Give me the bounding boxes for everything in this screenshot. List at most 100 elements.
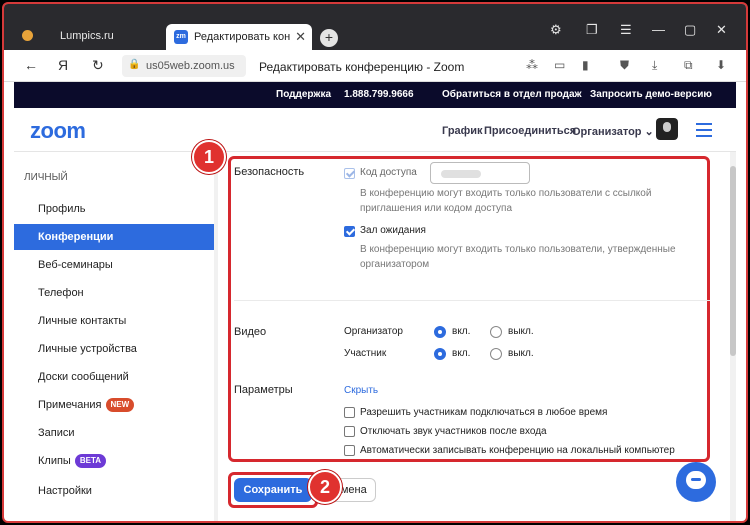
beta-badge: BETA — [74, 454, 107, 469]
step-marker-1: 1 — [192, 140, 226, 174]
reader-icon[interactable]: ▭ — [554, 58, 565, 72]
address-bar: ← Я ↻ 🔒 us05web.zoom.us Редактировать ко… — [4, 50, 746, 82]
sidebar-item-contacts[interactable]: Личные контакты — [14, 308, 214, 334]
options-label: Параметры — [234, 384, 293, 396]
host-video-on-label: вкл. — [452, 326, 471, 337]
hamburger-menu-icon[interactable] — [696, 123, 712, 141]
tab-favicon-lumpics — [22, 30, 33, 41]
sidebar-item-label: Примечания — [38, 399, 102, 411]
video-label: Видео — [234, 326, 267, 338]
section-divider — [234, 300, 710, 301]
sidebar-item-label: Записи — [38, 427, 75, 439]
host-video-off-radio[interactable] — [490, 326, 502, 338]
sidebar-item-label: Профиль — [38, 203, 86, 215]
yandex-icon[interactable]: Я — [58, 57, 68, 73]
sidebar-heading: личный — [24, 172, 68, 183]
passcode-value-blurred — [441, 170, 481, 178]
step-marker-2: 2 — [308, 470, 342, 504]
close-window-icon[interactable]: ✕ — [716, 22, 727, 38]
security-label: Безопасность — [234, 166, 305, 178]
demo-link[interactable]: Запросить демо-версию — [590, 89, 712, 100]
chat-support-button[interactable] — [676, 462, 716, 502]
join-anytime-checkbox[interactable] — [344, 407, 355, 418]
sidebar-item-notes[interactable]: Примечания NEW — [14, 392, 214, 418]
participant-video-label: Участник — [344, 348, 387, 359]
zoom-logo[interactable]: zoom — [30, 118, 86, 144]
passcode-checkbox[interactable] — [344, 168, 355, 179]
sidebar-item-webinars[interactable]: Веб-семинары — [14, 252, 214, 278]
maximize-icon[interactable]: ▢ — [684, 22, 696, 38]
lock-icon: 🔒 — [128, 59, 141, 70]
passcode-input[interactable] — [430, 162, 530, 184]
main-scrollbar[interactable] — [730, 152, 736, 521]
sidebar-item-label: Личные устройства — [38, 343, 137, 355]
sidebar-item-clips[interactable]: Клипы BETA — [14, 448, 214, 474]
sidebar-item-profile[interactable]: Профиль — [14, 196, 214, 222]
url-field[interactable]: 🔒 us05web.zoom.us — [122, 55, 246, 77]
participant-video-on-radio[interactable] — [434, 348, 446, 360]
download-manager-icon[interactable]: ⤓ — [652, 58, 657, 73]
host-video-off-label: выкл. — [508, 326, 534, 337]
adblock-icon[interactable]: ⛊ — [620, 58, 629, 73]
participant-video-on-label: вкл. — [452, 348, 471, 359]
waiting-room-checkbox[interactable] — [344, 226, 355, 237]
waiting-room-help: В конференцию могут входить только польз… — [360, 244, 676, 270]
browser-window: Lumpics.ru zm Редактировать конфе ✕ + ⚙ … — [2, 2, 748, 523]
tab-zoom[interactable]: zm Редактировать конфе ✕ — [166, 24, 312, 50]
passcode-help: В конференцию могут входить только польз… — [360, 188, 652, 214]
nav-schedule[interactable]: График — [442, 125, 483, 137]
mute-on-entry-label: Отключать звук участников после входа — [360, 426, 547, 437]
participant-video-off-radio[interactable] — [490, 348, 502, 360]
phone-number[interactable]: 1.888.799.9666 — [344, 89, 414, 100]
nav-host[interactable]: Организатор ⌄ — [572, 125, 654, 138]
new-tab-button[interactable]: + — [320, 29, 338, 47]
avatar[interactable] — [656, 118, 678, 140]
tab-lumpics[interactable]: Lumpics.ru — [60, 30, 114, 42]
sidebar-item-label: Личные контакты — [38, 315, 127, 327]
sidebar-item-label: Клипы — [38, 455, 71, 467]
url-text: us05web.zoom.us — [146, 60, 235, 72]
sidebar-item-settings[interactable]: Настройки — [14, 478, 214, 504]
downloads-icon[interactable]: ⬇ — [716, 58, 726, 72]
auto-record-checkbox[interactable] — [344, 445, 355, 456]
participant-video-off-label: выкл. — [508, 348, 534, 359]
sidebar-item-whiteboards[interactable]: Доски сообщений — [14, 364, 214, 390]
menu-icon[interactable]: ☰ — [620, 22, 632, 38]
nav-join[interactable]: Присоединиться — [484, 125, 576, 137]
sidebar-item-label: Веб-семинары — [38, 259, 113, 271]
sidebar-item-phone[interactable]: Телефон — [14, 280, 214, 306]
back-icon[interactable]: ← — [24, 57, 38, 73]
sales-link[interactable]: Обратиться в отдел продаж — [442, 89, 582, 100]
sidebar-item-label: Настройки — [38, 485, 92, 497]
translate-icon[interactable]: ⁂ — [526, 58, 538, 72]
zoom-top-strip: Поддержка 1.888.799.9666 Обратиться в от… — [14, 82, 736, 108]
auto-record-label: Автоматически записывать конференцию на … — [360, 445, 675, 456]
sidebar-item-label: Телефон — [38, 287, 84, 299]
bookmark-icon[interactable]: ▮ — [582, 58, 589, 72]
zoom-favicon-icon: zm — [174, 30, 188, 44]
sidebar: личный Профиль Конференции Веб-семинары … — [14, 152, 218, 521]
waiting-room-label: Зал ожидания — [360, 225, 426, 236]
sidebar-item-devices[interactable]: Личные устройства — [14, 336, 214, 362]
address-page-title: Редактировать конференцию - Zoom — [259, 60, 465, 74]
collections-icon[interactable]: ⧉ — [684, 58, 693, 73]
join-anytime-label: Разрешить участникам подключаться в любо… — [360, 407, 608, 418]
meeting-edit-form: Безопасность Код доступа В конференцию м… — [218, 152, 736, 521]
reload-icon[interactable]: ↻ — [92, 57, 104, 74]
hide-options-link[interactable]: Скрыть — [344, 385, 378, 396]
sidebar-item-recordings[interactable]: Записи — [14, 420, 214, 446]
sidebar-item-label: Конференции — [38, 231, 114, 243]
bookmarks-icon[interactable]: ❐ — [586, 22, 598, 38]
zoom-header: zoom График Присоединиться Организатор ⌄ — [14, 108, 736, 152]
mute-on-entry-checkbox[interactable] — [344, 426, 355, 437]
extensions-icon[interactable]: ⚙ — [550, 22, 562, 38]
host-video-on-radio[interactable] — [434, 326, 446, 338]
highlight-box-2 — [228, 472, 318, 508]
host-video-label: Организатор — [344, 326, 403, 337]
support-link[interactable]: Поддержка — [276, 89, 331, 100]
minimize-icon[interactable]: — — [652, 22, 665, 37]
sidebar-item-meetings[interactable]: Конференции — [14, 224, 214, 250]
passcode-label: Код доступа — [360, 167, 417, 178]
tab-close-icon[interactable]: ✕ — [295, 29, 306, 45]
sidebar-item-label: Доски сообщений — [38, 371, 129, 383]
